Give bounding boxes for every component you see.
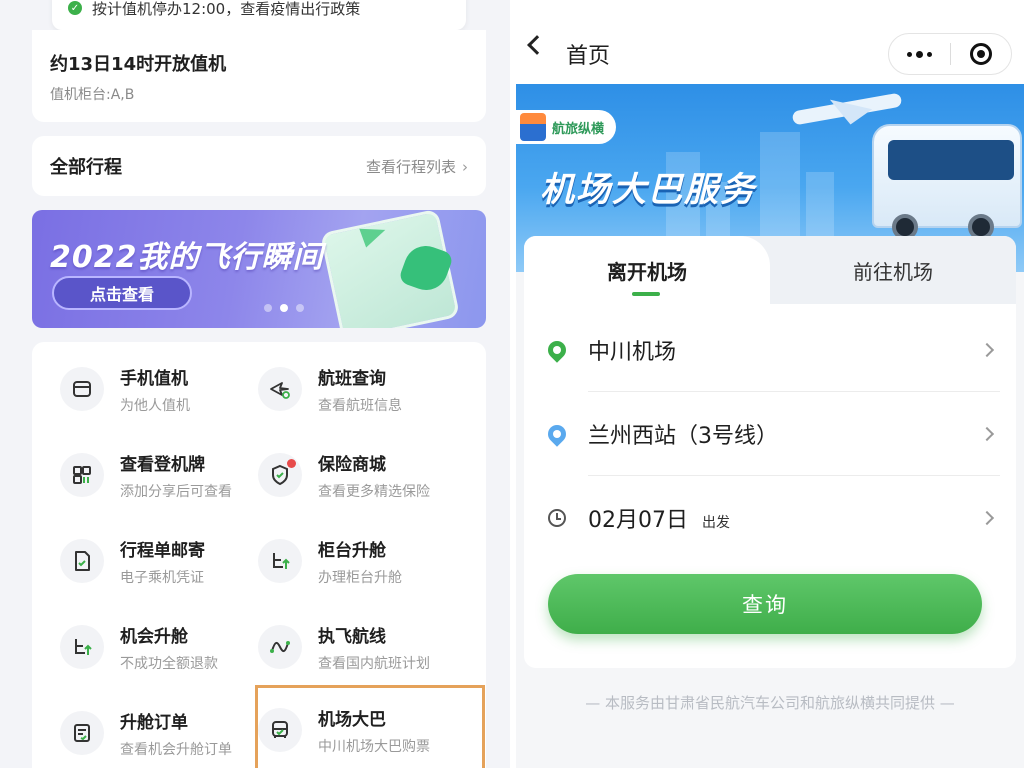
direction-tabs: 离开机场 前往机场 xyxy=(524,236,1016,304)
check-icon: ✓ xyxy=(68,1,82,15)
banner-view-button[interactable]: 点击查看 xyxy=(52,276,192,310)
gcag-logo-icon xyxy=(520,113,546,141)
chevron-right-icon xyxy=(979,342,995,358)
service-upgrade-orders[interactable]: 升舱订单查看机会升舱订单 xyxy=(60,700,260,766)
service-subtitle: 为他人值机 xyxy=(120,397,190,414)
service-counter-upgrade[interactable]: 柜台升舱办理柜台升舱 xyxy=(258,528,458,594)
hero-title: 机场大巴服务 xyxy=(540,170,756,210)
services-grid: 手机值机 为他人值机 航班查询 查看航班信息 查看登机牌 添加分享后可查看 保险商城查… xyxy=(32,342,486,768)
notice-text: 按计值机停办12:00，查看疫情出行政策 xyxy=(92,0,361,18)
service-insurance-mall[interactable]: 保险商城查看更多精选保险 xyxy=(258,442,458,508)
date-suffix: 出发 xyxy=(702,515,730,531)
view-trip-list-label: 查看行程列表 xyxy=(365,157,456,176)
banner-title: 2022我的飞行瞬间 xyxy=(50,240,324,275)
checkin-notice[interactable]: ✓ 按计值机停办12:00，查看疫情出行政策 xyxy=(52,0,466,30)
service-subtitle: 查看更多精选保险 xyxy=(318,483,430,500)
service-boarding-pass[interactable]: 查看登机牌添加分享后可查看 xyxy=(60,442,260,508)
service-provider-note: — 本服务由甘肃省民航汽车公司和航旅纵横共同提供 — xyxy=(585,694,955,712)
more-options-icon[interactable] xyxy=(889,34,950,74)
checkin-card[interactable]: 约13日14时开放值机 值机柜台:A,B xyxy=(32,30,486,122)
service-subtitle: 电子乘机凭证 xyxy=(120,569,204,586)
seat-up-icon xyxy=(60,625,104,669)
active-tab-indicator xyxy=(632,292,660,296)
notification-dot xyxy=(287,459,296,468)
service-title: 查看登机牌 xyxy=(120,454,205,475)
checkin-title: 约13日14时开放值机 xyxy=(50,54,227,75)
location-pin-blue-icon xyxy=(544,421,570,447)
back-arrow-icon[interactable] xyxy=(527,35,547,55)
origin-value: 中川机场 xyxy=(588,340,677,365)
service-subtitle: 办理柜台升舱 xyxy=(318,569,402,586)
all-trips-title: 全部行程 xyxy=(50,157,122,178)
right-phone-screen: 首页 航旅纵横 机场大巴服务 离开机场 前往机场 中川机场 兰州西站（3号线） … xyxy=(516,0,1024,768)
mini-program-navbar: 首页 xyxy=(516,0,1024,84)
service-flight-search[interactable]: 航班查询查看航班信息 xyxy=(258,356,458,422)
service-title: 手机值机 xyxy=(120,368,188,389)
service-subtitle: 不成功全额退款 xyxy=(120,655,218,672)
shield-check-icon xyxy=(258,453,302,497)
route-icon xyxy=(258,625,302,669)
carousel-dot[interactable] xyxy=(296,304,304,312)
service-airport-bus[interactable]: 机场大巴中川机场大巴购票 xyxy=(255,685,485,768)
service-chance-upgrade[interactable]: 机会升舱不成功全额退款 xyxy=(60,614,260,680)
plane-search-icon xyxy=(258,367,302,411)
clock-icon xyxy=(548,509,566,527)
bus-window-illustration xyxy=(888,140,1014,180)
service-itinerary-mail[interactable]: 行程单邮寄电子乘机凭证 xyxy=(60,528,260,594)
chevron-right-icon xyxy=(979,426,995,442)
service-mobile-checkin[interactable]: 手机值机 为他人值机 xyxy=(60,356,260,422)
service-title: 保险商城 xyxy=(318,454,386,475)
service-title: 行程单邮寄 xyxy=(120,540,205,561)
close-miniprogram-icon[interactable] xyxy=(950,34,1011,74)
bus-ticket-icon xyxy=(258,708,302,752)
origin-field[interactable]: 中川机场 xyxy=(524,308,1016,392)
carousel-dot-active[interactable] xyxy=(280,304,288,312)
service-title: 机场大巴 xyxy=(318,709,386,730)
date-field[interactable]: 02月07日 出发 xyxy=(524,476,1016,560)
destination-value: 兰州西站（3号线） xyxy=(588,424,778,449)
bus-search-form: 离开机场 前往机场 中川机场 兰州西站（3号线） 02月07日 出发 查询 xyxy=(524,236,1016,668)
service-subtitle: 查看机会升舱订单 xyxy=(120,741,232,758)
order-list-icon xyxy=(60,711,104,755)
checkin-counter: 值机柜台:A,B xyxy=(50,87,135,103)
service-subtitle: 添加分享后可查看 xyxy=(120,483,232,500)
service-title: 机会升舱 xyxy=(120,626,188,647)
service-title: 航班查询 xyxy=(318,368,386,389)
carousel-dot[interactable] xyxy=(264,304,272,312)
date-value-group: 02月07日 出发 xyxy=(588,502,730,534)
service-operated-routes[interactable]: 执飞航线查看国内航班计划 xyxy=(258,614,458,680)
service-title: 升舱订单 xyxy=(120,712,188,733)
tablet-icon xyxy=(60,367,104,411)
destination-field[interactable]: 兰州西站（3号线） xyxy=(524,392,1016,476)
document-check-icon xyxy=(60,539,104,583)
nav-title[interactable]: 首页 xyxy=(566,38,610,70)
chevron-right-icon: › xyxy=(462,157,468,176)
date-value: 02月07日 xyxy=(588,508,688,533)
search-button[interactable]: 查询 xyxy=(548,574,982,634)
all-trips-row[interactable]: 全部行程 查看行程列表 › xyxy=(32,136,486,196)
carousel-dots xyxy=(264,304,304,312)
service-title: 执飞航线 xyxy=(318,626,386,647)
service-title: 柜台升舱 xyxy=(318,540,386,561)
service-subtitle: 中川机场大巴购票 xyxy=(318,738,430,755)
view-trip-list-link[interactable]: 查看行程列表 › xyxy=(366,156,468,177)
service-subtitle: 查看国内航班计划 xyxy=(318,655,430,672)
chevron-right-icon xyxy=(979,510,995,526)
grid-card-icon xyxy=(60,453,104,497)
left-phone-screen: ✓ 按计值机停办12:00，查看疫情出行政策 约13日14时开放值机 值机柜台:… xyxy=(0,0,510,768)
promo-banner[interactable]: 2022我的飞行瞬间 点击查看 xyxy=(32,210,486,328)
capsule-menu xyxy=(888,33,1012,75)
seat-up-icon xyxy=(258,539,302,583)
service-subtitle: 查看航班信息 xyxy=(318,397,402,414)
tab-to-airport[interactable]: 前往机场 xyxy=(770,236,1016,304)
location-pin-green-icon xyxy=(544,337,570,363)
